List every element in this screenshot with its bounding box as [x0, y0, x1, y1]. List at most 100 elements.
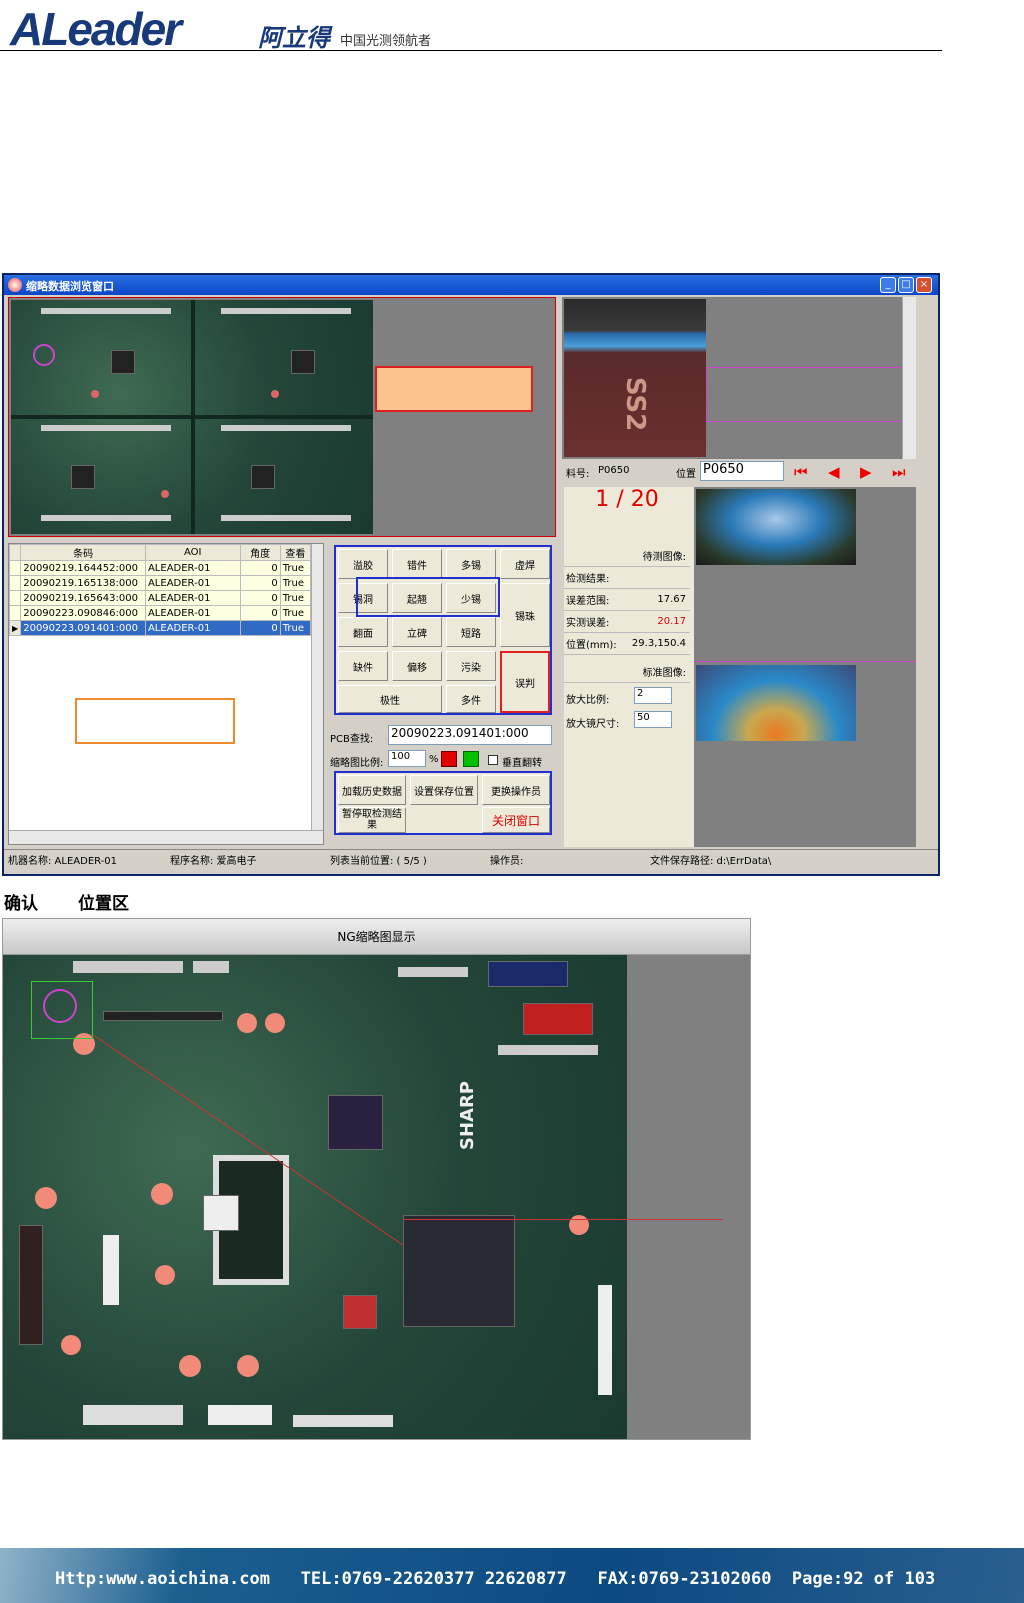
- aleader-logo: ALeader: [10, 3, 182, 55]
- defect-btn-glue-overflow[interactable]: 溢胶: [338, 549, 388, 579]
- pcb-search-label: PCB查找:: [330, 734, 374, 745]
- first-record-icon[interactable]: ⏮: [794, 463, 808, 481]
- table-row-selected[interactable]: ▶ 20090223.091401:000 ALEADER-01 0 True: [8, 620, 312, 636]
- annotation-box-orange: [75, 698, 235, 744]
- column-header-aoi[interactable]: AOI: [144, 544, 241, 561]
- defect-btn-flipped[interactable]: 翻面: [338, 617, 388, 647]
- red-color-swatch[interactable]: [441, 751, 457, 767]
- cell-barcode: 20090219.164452:000: [20, 560, 146, 576]
- vertical-flip-label: 垂直翻转: [502, 758, 542, 769]
- cell-view: True: [279, 605, 312, 621]
- column-header-angle[interactable]: 角度: [239, 544, 281, 561]
- cell-barcode: 20090223.090846:000: [20, 605, 146, 621]
- brand-chinese: 阿立得: [258, 25, 330, 52]
- defect-btn-tombstone[interactable]: 立碑: [392, 617, 442, 647]
- section-label: 确认 位置区: [4, 889, 169, 914]
- maximize-button[interactable]: □: [898, 277, 914, 293]
- cell-aoi: ALEADER-01: [144, 575, 241, 591]
- status-machine: 机器名称: ALEADER-01: [8, 856, 118, 867]
- previous-record-icon[interactable]: ◀: [828, 463, 840, 481]
- table-horizontal-scrollbar[interactable]: [9, 830, 323, 844]
- defect-btn-false-call[interactable]: 误判: [500, 651, 550, 713]
- table-row[interactable]: 20090219.165643:000 ALEADER-01 0 True: [8, 590, 312, 606]
- defect-btn-missing-part[interactable]: 缺件: [338, 651, 388, 681]
- barcode-list-panel: 条码 AOI 角度 查看 20090219.164452:000 ALEADER-…: [8, 543, 324, 845]
- cell-angle: 0: [239, 560, 281, 576]
- defect-btn-short[interactable]: 短路: [446, 617, 496, 647]
- column-header-barcode[interactable]: 条码: [20, 544, 146, 561]
- vertical-flip-checkbox[interactable]: [488, 755, 498, 765]
- position-label: 位置: [676, 469, 696, 480]
- result-label: 检测结果:: [564, 567, 690, 589]
- zoom-ratio-spinner[interactable]: 2: [634, 687, 672, 704]
- cell-view: True: [279, 575, 312, 591]
- cell-aoi: ALEADER-01: [144, 590, 241, 606]
- standard-image-thumbnail[interactable]: [696, 665, 856, 741]
- test-image-label: 待测图像:: [564, 545, 690, 567]
- thumbnail-ratio-spinner[interactable]: 100: [388, 750, 426, 767]
- table-row[interactable]: 20090223.090846:000 ALEADER-01 0 True: [8, 605, 312, 621]
- defect-images-area: [694, 487, 916, 847]
- green-color-swatch[interactable]: [463, 751, 479, 767]
- defect-btn-cold-solder[interactable]: 虚焊: [500, 549, 550, 579]
- status-bar: 机器名称: ALEADER-01 程序名称: 爱高电子 列表当前位置: ( 5/…: [4, 849, 938, 867]
- image-divider: [694, 661, 916, 662]
- component-highlight-box: [706, 367, 916, 422]
- cell-angle: 0: [239, 575, 281, 591]
- close-window-button[interactable]: 关闭窗口: [482, 807, 550, 833]
- cell-barcode: 20090223.091401:000: [20, 620, 146, 636]
- pause-fetch-button[interactable]: 暂停取检测结果: [338, 807, 406, 833]
- window-titlebar[interactable]: 缩略数据浏览窗口 _ □ ×: [4, 275, 938, 295]
- change-operator-button[interactable]: 更换操作员: [482, 775, 550, 805]
- zoom-size-spinner[interactable]: 50: [634, 711, 672, 728]
- close-window-icon[interactable]: ×: [916, 277, 932, 293]
- image-vertical-scrollbar[interactable]: [902, 297, 916, 459]
- confirm-label: 确认: [4, 894, 38, 914]
- measured-label: 实测误差:: [566, 618, 610, 629]
- load-history-button[interactable]: 加载历史数据: [338, 775, 406, 805]
- defect-btn-extra-part[interactable]: 多件: [446, 685, 496, 713]
- ng-pcb-image[interactable]: SHARP: [3, 955, 627, 1439]
- tolerance-row: 误差范围: 17.67: [564, 589, 690, 611]
- cell-aoi: ALEADER-01: [144, 560, 241, 576]
- position-input[interactable]: P0650: [700, 461, 784, 481]
- defect-btn-solder-ball[interactable]: 锡珠: [500, 583, 550, 647]
- column-header-view[interactable]: 查看: [279, 544, 312, 561]
- thumbnail-ratio-label: 缩略图比例:: [330, 758, 384, 769]
- defect-btn-offset[interactable]: 偏移: [392, 651, 442, 681]
- set-save-position-button[interactable]: 设置保存位置: [410, 775, 478, 805]
- table-row[interactable]: 20090219.164452:000 ALEADER-01 0 True: [8, 560, 312, 576]
- pcb-search-input[interactable]: 20090223.091401:000: [388, 725, 552, 745]
- cell-aoi: ALEADER-01: [144, 605, 241, 621]
- cell-angle: 0: [239, 620, 281, 636]
- defect-btn-excess-solder[interactable]: 多锡: [446, 549, 496, 579]
- footer-contact: Http:www.aoichina.com TEL:0769-22620377 …: [55, 1569, 936, 1589]
- next-record-icon[interactable]: ▶: [860, 463, 872, 481]
- defect-btn-contamination[interactable]: 污染: [446, 651, 496, 681]
- record-counter: 1 / 20: [595, 487, 659, 512]
- defect-btn-polarity[interactable]: 极性: [338, 685, 442, 713]
- thumbnail-browser-window: 缩略数据浏览窗口 _ □ × SS2 料号: P0650 位置 P0650 ⏮ …: [2, 273, 940, 876]
- app-icon: [8, 278, 22, 292]
- last-record-icon[interactable]: ⏭: [892, 463, 906, 481]
- annotation-box-blue: [356, 577, 500, 617]
- defect-btn-wrong-part[interactable]: 错件: [392, 549, 442, 579]
- table-vertical-scrollbar[interactable]: [311, 544, 323, 830]
- tolerance-value: 17.67: [657, 594, 686, 605]
- window-title: 缩略数据浏览窗口: [26, 280, 114, 293]
- standard-image-label: 标准图像:: [564, 661, 690, 683]
- zoom-ratio-label: 放大比例:: [566, 695, 610, 706]
- inspection-info-panel: 1 / 20 待测图像: 检测结果: 误差范围: 17.67 实测误差: 20.…: [564, 487, 694, 847]
- minimize-button[interactable]: _: [880, 277, 896, 293]
- zoom-size-label: 放大镜尺寸:: [566, 719, 620, 730]
- cell-aoi: ALEADER-01: [144, 620, 241, 636]
- tolerance-label: 误差范围:: [566, 596, 610, 607]
- pcb-overview-image[interactable]: [11, 300, 373, 534]
- defect-marker-circle: [33, 344, 55, 366]
- barcode-table: 条码 AOI 角度 查看 20090219.164452:000 ALEADER-…: [8, 544, 312, 636]
- component-closeup-image[interactable]: SS2: [564, 299, 706, 457]
- table-row[interactable]: 20090219.165138:000 ALEADER-01 0 True: [8, 575, 312, 591]
- measured-row: 实测误差: 20.17: [564, 611, 690, 633]
- test-image-thumbnail[interactable]: [696, 489, 856, 565]
- pcb-overview-panel: [8, 297, 556, 537]
